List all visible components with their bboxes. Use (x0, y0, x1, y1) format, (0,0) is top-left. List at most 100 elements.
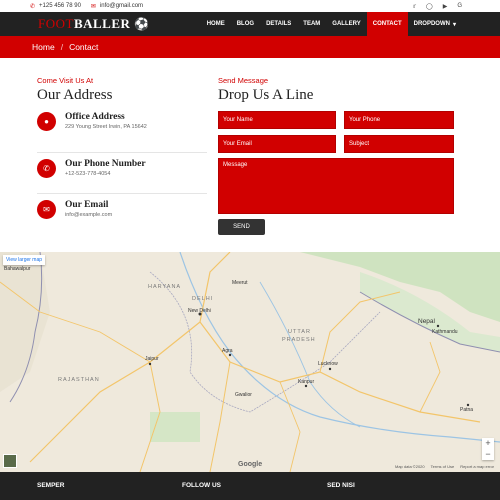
map-data-text: Map data ©2020 (395, 464, 425, 469)
email-icon: ✉ (37, 200, 56, 219)
email-title: Our Email (65, 200, 109, 210)
contact-form: Send Message Drop Us A Line Your Name Yo… (218, 76, 458, 235)
map-city-dot-agra (228, 353, 232, 357)
nav-item-blog[interactable]: BLOG (231, 12, 260, 36)
envelope-icon: ✉ (90, 3, 96, 10)
site-logo[interactable]: FOOT BALLER ⚽ (38, 16, 150, 32)
football-icon: ⚽ (134, 16, 150, 31)
map-label-bahawalpur: Bahawalpur (4, 266, 31, 272)
google-icon[interactable]: G (457, 3, 462, 10)
breadcrumb-separator: / (60, 42, 64, 52)
breadcrumb: Home / Contact (0, 36, 500, 58)
phone-number-block: ✆ Our Phone Number +12-523-778-4054 (37, 153, 207, 194)
office-address-title: Office Address (65, 112, 125, 122)
location-pin-icon: ● (37, 112, 56, 131)
footer-col-semper: SEMPER (37, 482, 65, 489)
map-highway-4 (209, 361, 231, 472)
nav-item-contact[interactable]: CONTACT (366, 12, 408, 36)
map-label-haryana: HARYANA (148, 284, 182, 290)
breadcrumb-home[interactable]: Home (32, 42, 55, 52)
map-region-west (0, 252, 50, 392)
nav-item-home[interactable]: HOME (201, 12, 231, 36)
map-zoom-control: + − (482, 438, 494, 460)
phone-number-value: +12-523-778-4054 (65, 171, 111, 177)
nav-item-details[interactable]: DETAILS (260, 12, 297, 36)
name-field[interactable]: Your Name (218, 111, 336, 129)
map-label-nepal: Nepal (418, 318, 435, 325)
map-label-pradesh: PRADESH (282, 337, 316, 343)
terms-of-use-link[interactable]: Terms of Use (431, 464, 455, 469)
phone-icon: ✆ (37, 159, 56, 178)
top-phone-text: +125 456 78 90 (39, 3, 81, 9)
main-navbar: FOOT BALLER ⚽ HOME BLOG DETAILS TEAM GAL… (0, 12, 500, 36)
youtube-icon[interactable]: ▶ (443, 3, 448, 10)
address-heading: Our Address (37, 87, 113, 103)
message-textarea[interactable]: Message (218, 158, 454, 214)
map-label-uttar: UTTAR (288, 329, 311, 335)
phone-icon: ✆ (30, 3, 36, 10)
map-satellite-toggle[interactable] (3, 454, 17, 468)
map-label-kanpur: Kanpur (298, 379, 315, 385)
phone-number-title: Our Phone Number (65, 159, 146, 169)
breadcrumb-current: Contact (69, 42, 99, 52)
logo-text-red: FOOT (38, 16, 74, 31)
instagram-icon[interactable]: ◯ (426, 3, 433, 10)
footer-col-sed-nisi: SED NISI (327, 482, 355, 489)
address-column: Come Visit Us At Our Address ● Office Ad… (37, 76, 207, 235)
top-email-text[interactable]: info@gmail.com (100, 3, 143, 9)
map-label-agra: Agra (222, 348, 233, 354)
map-attribution: Map data ©2020 Terms of Use Report a map… (395, 464, 494, 469)
google-logo: Google (238, 461, 263, 468)
map-label-lucknow: Lucknow (318, 361, 338, 367)
twitter-icon[interactable]: 𝕣 (413, 3, 416, 10)
email-value[interactable]: info@example.com (65, 212, 112, 218)
map-highway-7 (279, 381, 301, 472)
map-river-2 (259, 281, 361, 428)
caret-down-icon: ▾ (452, 21, 456, 28)
footer-col-follow-us: FOLLOW US (182, 482, 221, 489)
form-heading: Drop Us A Line (218, 87, 314, 103)
map-city-dot-lucknow (328, 367, 332, 371)
map-label-delhi: DELHI (192, 296, 214, 302)
top-phone: ✆ +125 456 78 90 (30, 3, 81, 10)
map-label-jaipur: Jaipur (145, 356, 159, 362)
site-footer: SEMPER FOLLOW US SED NISI (0, 472, 500, 500)
map-city-dot-kanpur (304, 384, 308, 388)
zoom-out-button[interactable]: − (482, 449, 494, 460)
office-address-block: ● Office Address 229 Young Street Irwin,… (37, 112, 207, 153)
logo-text-white: BALLER (73, 16, 131, 31)
nav-item-dropdown-label: DROPDOWN (413, 21, 450, 27)
office-address-value: 229 Young Street Irwin, PA 15642 (65, 124, 147, 130)
map-region-wildlife (150, 412, 200, 442)
google-map[interactable]: View larger map Bahawalpur HARYANA DELHI… (0, 252, 500, 472)
zoom-in-button[interactable]: + (482, 438, 494, 449)
view-larger-map-link[interactable]: View larger map (3, 255, 46, 265)
nav-item-team[interactable]: TEAM (297, 12, 326, 36)
contact-section: Come Visit Us At Our Address ● Office Ad… (0, 58, 500, 252)
map-label-gwalior: Gwalior (235, 392, 252, 398)
email-block: ✉ Our Email info@example.com (37, 194, 207, 235)
map-graphic (0, 252, 500, 472)
map-city-dot-patna (466, 403, 470, 407)
subject-field[interactable]: Subject (344, 135, 454, 153)
email-field[interactable]: Your Email (218, 135, 336, 153)
form-eyebrow: Send Message (218, 76, 269, 85)
map-highway-1 (199, 321, 481, 423)
map-city-dot-kathmandu (436, 324, 440, 328)
nav-menu: HOME BLOG DETAILS TEAM GALLERY CONTACT D… (201, 12, 500, 36)
form-fields: Your Name Your Phone Your Email Subject (218, 111, 458, 153)
nav-item-dropdown[interactable]: DROPDOWN ▾ (408, 12, 462, 36)
phone-field[interactable]: Your Phone (344, 111, 454, 129)
map-label-new-delhi: New Delhi (188, 308, 211, 314)
top-bar: ✆ +125 456 78 90 ✉ info@gmail.com 𝕣 ◯ ▶ … (0, 0, 500, 12)
report-map-error-link[interactable]: Report a map error (460, 464, 494, 469)
social-links: 𝕣 ◯ ▶ G (413, 3, 500, 10)
top-email[interactable]: ✉ info@gmail.com (91, 3, 143, 10)
map-label-patna: Patna (460, 407, 474, 413)
map-label-meerut: Meerut (232, 280, 248, 286)
nav-item-gallery[interactable]: GALLERY (326, 12, 366, 36)
map-highway-8 (419, 341, 441, 413)
address-eyebrow: Come Visit Us At (37, 76, 94, 85)
send-button[interactable]: SEND (218, 219, 265, 235)
map-label-rajasthan: RAJASTHAN (58, 377, 100, 383)
